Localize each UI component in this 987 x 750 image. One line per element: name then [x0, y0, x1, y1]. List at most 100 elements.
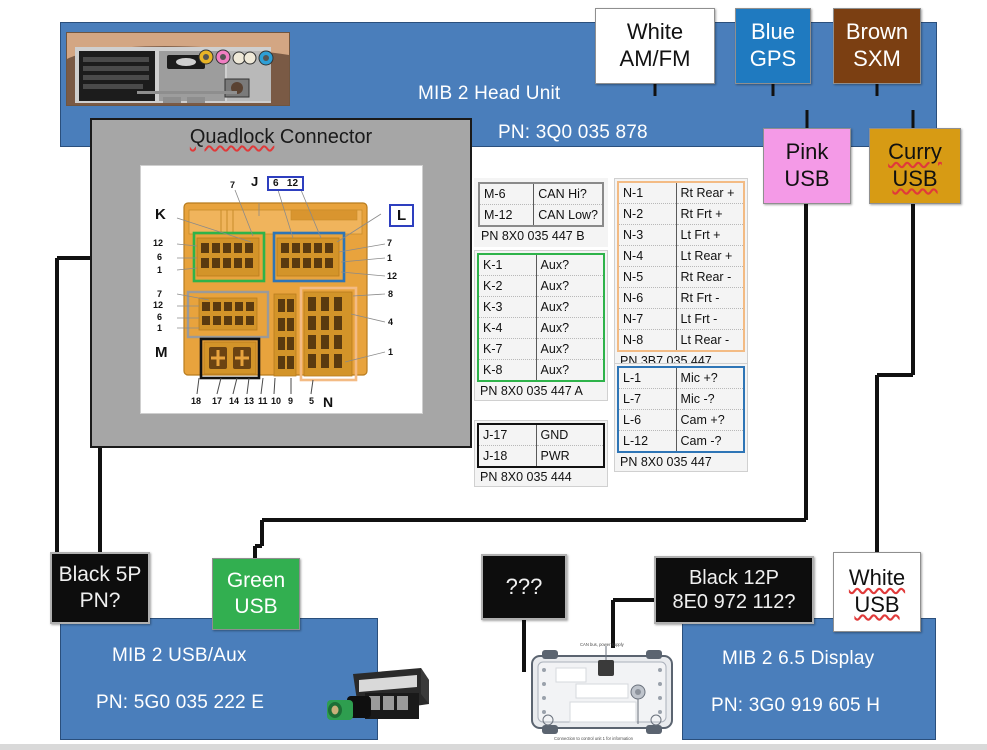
pin-table-n: N-1 Rt Rear + N-2 Rt Frt + N-3 Lt Frt + N-4… — [614, 178, 748, 371]
quadlock-title: Quadlock Connector — [92, 126, 470, 149]
pin-table-l-grid: L-1 Mic +? L-7 Mic -? L-6 Cam +? L-12 Cam -? — [619, 368, 743, 451]
diagram-label-right-7: 7 — [387, 238, 393, 248]
chip-black-5p-line2: PN? — [79, 589, 121, 612]
pin-table-k: K-1 Aux? K-2 Aux? K-3 Aux? K-4 Aux? K-7 Aux? … — [474, 250, 608, 401]
pin-table-j-grid: J-17 GND J-18 PWR — [479, 425, 603, 466]
chip-curry-usb[interactable]: Curry USB — [869, 128, 961, 204]
chip-brown-sxm[interactable]: Brown SXM — [833, 8, 921, 84]
diagram-bottom-9: 9 — [288, 396, 294, 406]
table-row: K-1 Aux? — [479, 255, 603, 276]
diagram-bottom-11: 11 — [258, 396, 268, 406]
diagram-label-L: L — [389, 204, 415, 227]
chip-black-12p-line2: 8E0 972 112? — [672, 591, 796, 613]
chip-blue-gps[interactable]: Blue GPS — [735, 8, 811, 84]
chip-black-5p-line1: Black 5P — [58, 563, 142, 587]
chip-white-amfm-line2: AM/FM — [619, 46, 691, 71]
diagram-label-mid-7: 7 — [157, 289, 163, 299]
pin-table-k-grid: K-1 Aux? K-2 Aux? K-3 Aux? K-4 Aux? K-7 Aux? … — [479, 255, 603, 380]
chip-blue-gps-line2: GPS — [749, 46, 797, 71]
chip-white-amfm[interactable]: White AM/FM — [595, 8, 715, 84]
table-row: J-17 GND — [479, 425, 603, 446]
diagram-label-top-7: 7 — [230, 180, 236, 190]
chip-green-usb[interactable]: Green USB — [212, 558, 300, 630]
table-row: N-5 Rt Rear - — [619, 266, 743, 288]
chip-black-5p[interactable]: Black 5P PN? — [50, 552, 150, 624]
diagram-label-J: J — [251, 174, 259, 189]
table-row: K-3 Aux? — [479, 296, 603, 318]
head-unit-title: MIB 2 Head Unit — [418, 83, 561, 104]
diagram-label-right-12: 12 — [387, 271, 398, 281]
quadlock-title-rest: Connector — [274, 126, 373, 148]
pin-table-m-grid: M-6 CAN Hi? M-12 CAN Low? — [480, 184, 602, 225]
diagram-label-right-8: 8 — [388, 289, 394, 299]
chip-black-12p-line1: Black 12P — [688, 566, 780, 589]
table-row: L-6 Cam +? — [619, 409, 743, 431]
diagram-label-M: M — [155, 344, 168, 361]
quadlock-title-word: Quadlock — [189, 126, 275, 148]
table-row: N-7 Lt Frt - — [619, 308, 743, 330]
table-row: K-2 Aux? — [479, 275, 603, 297]
diagram-label-pin6-12: 6 12 — [267, 176, 305, 191]
head-unit-photo — [66, 32, 290, 106]
pin-table-m-pn: PN 8X0 035 447 B — [481, 229, 585, 243]
diagram-bottom-18: 18 — [191, 396, 202, 406]
quadlock-connector-box: Quadlock Connector K J L M N 6 12 7 12 6… — [90, 118, 472, 448]
chip-blue-gps-line1: Blue — [750, 19, 796, 45]
chip-curry-usb-line1: Curry — [888, 139, 942, 165]
diagram-bottom-13: 13 — [244, 396, 255, 406]
chip-black-12p[interactable]: Black 12P 8E0 972 112? — [654, 556, 814, 624]
usb-aux-pn: PN: 5G0 035 222 E — [96, 692, 265, 713]
table-row: K-8 Aux? — [479, 359, 603, 380]
table-row: M-12 CAN Low? — [480, 204, 602, 225]
table-row: J-18 PWR — [479, 445, 603, 466]
diagram-label-mid-12: 12 — [153, 300, 164, 310]
pin-table-l: L-1 Mic +? L-7 Mic -? L-6 Cam +? L-12 Cam -?… — [614, 363, 748, 472]
chip-brown-sxm-line1: Brown — [845, 19, 909, 45]
table-row: L-1 Mic +? — [619, 368, 743, 389]
display-caption-top: CAN bus, power supply — [580, 642, 625, 647]
table-row: N-3 Lt Frt + — [619, 224, 743, 246]
diagram-label-mid-6: 6 — [157, 312, 163, 322]
quadlock-pinout-diagram: K J L M N 6 12 7 12 6 1 7 12 6 1 7 1 12 — [140, 165, 423, 414]
diagram-label-left-12: 12 — [153, 238, 164, 248]
diagram-label-right-1b: 1 — [388, 347, 394, 357]
display-caption-bottom: Connection to control unit 1 for informa… — [554, 736, 634, 741]
pin-table-k-pn: PN 8X0 035 447 A — [480, 384, 583, 398]
table-row: N-6 Rt Frt - — [619, 287, 743, 309]
chip-white-amfm-line1: White — [626, 19, 684, 45]
chip-brown-sxm-line2: SXM — [853, 46, 901, 71]
usb-aux-title: MIB 2 USB/Aux — [112, 645, 247, 666]
diagram-label-N: N — [323, 394, 334, 410]
chip-pink-usb[interactable]: Pink USB — [763, 128, 851, 204]
chip-unknown-line1: ??? — [505, 573, 543, 599]
display-title: MIB 2 6.5 Display — [722, 648, 875, 669]
diagram-label-left-6: 6 — [157, 252, 163, 262]
chip-unknown[interactable]: ??? — [481, 554, 567, 620]
chip-pink-usb-line2: USB — [784, 166, 830, 191]
usb-connector-photo — [325, 660, 435, 738]
diagram-label-K: K — [155, 206, 166, 223]
table-row: L-7 Mic -? — [619, 388, 743, 410]
table-row: N-8 Lt Rear - — [619, 329, 743, 350]
diagram-label-mid-1: 1 — [157, 323, 163, 333]
diagram-bottom-5: 5 — [309, 396, 315, 406]
pin-table-n-grid: N-1 Rt Rear + N-2 Rt Frt + N-3 Lt Frt + N-4… — [619, 183, 743, 350]
slide-canvas: MIB 2 Head Unit PN: 3Q0 035 878 MIB 2 US… — [0, 0, 987, 750]
chip-green-usb-line1: Green — [226, 569, 286, 593]
table-row: K-7 Aux? — [479, 338, 603, 360]
chip-white-usb-line1: White — [848, 565, 906, 591]
table-row: N-2 Rt Frt + — [619, 203, 743, 225]
pin-table-j-pn: PN 8X0 035 444 — [480, 470, 572, 484]
table-row: K-4 Aux? — [479, 317, 603, 339]
pin-table-m: M-6 CAN Hi? M-12 CAN Low? PN 8X0 035 447 B — [474, 178, 608, 247]
pin-table-l-pn: PN 8X0 035 447 — [620, 455, 712, 469]
diagram-bottom-14: 14 — [229, 396, 240, 406]
table-row: M-6 CAN Hi? — [480, 184, 602, 205]
chip-curry-usb-line2: USB — [892, 166, 938, 191]
diagram-label-right-1: 1 — [387, 253, 393, 263]
chip-pink-usb-line1: Pink — [785, 139, 829, 165]
diagram-label-right-4: 4 — [388, 317, 394, 327]
table-row: N-4 Lt Rear + — [619, 245, 743, 267]
display-unit-drawing: CAN bus, power supply Connection to cont… — [520, 640, 685, 744]
chip-white-usb[interactable]: White USB — [833, 552, 921, 632]
